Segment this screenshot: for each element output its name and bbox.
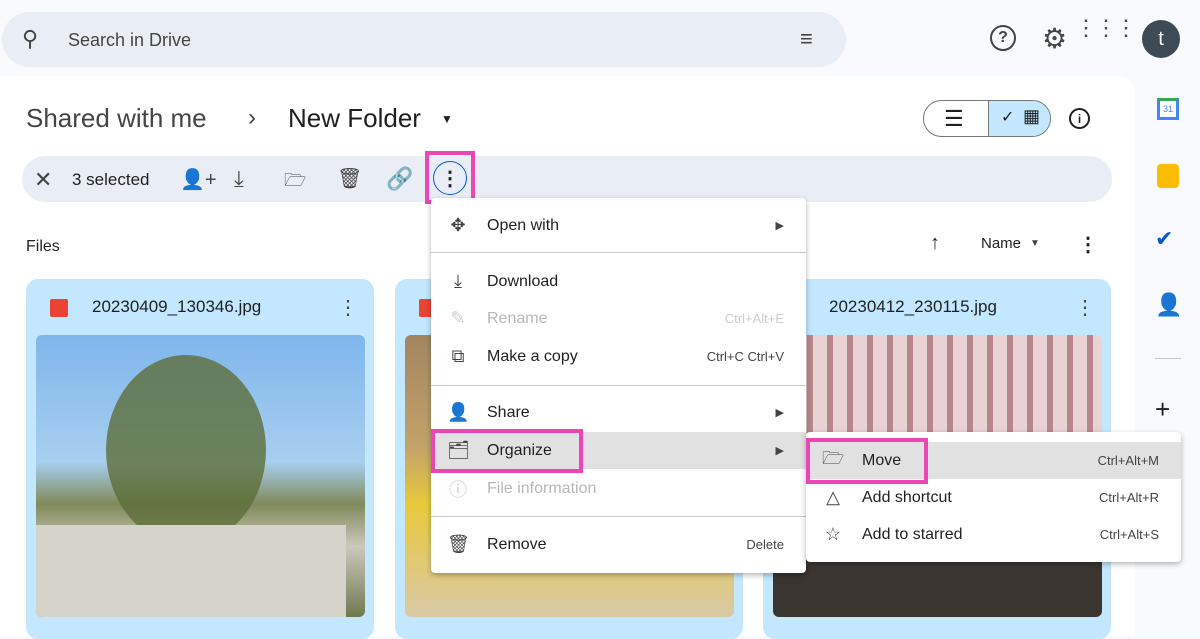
menu-item-open-with[interactable]: ✥ Open with ▶ (431, 207, 806, 244)
menu-label: Add shortcut (862, 488, 952, 506)
move-highlight (806, 438, 928, 484)
menu-shortcut: Ctrl+Alt+E (724, 311, 784, 326)
list-view-icon[interactable]: ☰ (944, 106, 964, 132)
tasks-icon[interactable]: ✔ (1155, 226, 1173, 252)
menu-label: Remove (487, 535, 547, 553)
menu-shortcut: Ctrl+Alt+R (1099, 490, 1159, 505)
submenu-arrow-icon: ▶ (775, 445, 784, 457)
avatar[interactable]: t (1142, 20, 1180, 58)
grid-icon: ▦ (1023, 106, 1041, 126)
menu-divider (431, 385, 806, 386)
search-input[interactable]: Search in Drive (68, 30, 191, 51)
more-options-icon[interactable]: ⋮ (1078, 232, 1098, 257)
menu-label: File information (487, 479, 597, 497)
clear-selection-icon[interactable]: ✕ (34, 167, 52, 193)
more-actions-highlight: ⋮ (425, 151, 475, 204)
menu-label: Make a copy (487, 347, 578, 365)
link-icon[interactable]: 🔗 (386, 166, 413, 192)
menu-label: Open with (487, 216, 560, 234)
apps-icon[interactable]: ⋮⋮⋮ (1075, 17, 1137, 39)
selection-toolbar: ✕ 3 selected 👤+ ⤓ 🗁 🗑 🔗 (22, 156, 1112, 202)
trash-icon: 🗑 (447, 534, 470, 554)
keep-icon[interactable] (1157, 164, 1179, 188)
search-options-icon[interactable]: ≡ (800, 26, 813, 52)
menu-shortcut: Ctrl+Alt+S (1099, 527, 1159, 542)
side-divider (1155, 358, 1181, 359)
menu-item-rename: ✎ Rename Ctrl+Alt+E (431, 300, 806, 337)
star-icon: ☆ (824, 524, 842, 544)
file-more-icon[interactable]: ⋮ (1075, 295, 1095, 320)
submenu-arrow-icon: ▶ (775, 220, 784, 232)
calendar-icon[interactable]: 31 (1157, 98, 1179, 120)
check-icon: ✓ (1001, 109, 1015, 126)
info-icon[interactable]: i (1069, 108, 1090, 129)
files-section-label: Files (26, 238, 60, 255)
menu-label: Share (487, 403, 530, 421)
contacts-icon[interactable]: 👤 (1155, 292, 1182, 318)
file-name: 20230409_130346.jpg (92, 297, 262, 316)
open-with-icon: ✥ (450, 215, 466, 235)
sort-caret-icon[interactable]: ▼ (1030, 238, 1040, 249)
menu-label: Add to starred (862, 525, 963, 543)
menu-item-download[interactable]: ⤓ Download (431, 263, 806, 300)
grid-view-button[interactable]: ✓ ▦ (988, 101, 1050, 136)
add-addon-icon[interactable]: + (1155, 394, 1170, 425)
menu-shortcut: Delete (746, 537, 784, 552)
sort-by-name[interactable]: Name (981, 235, 1021, 252)
chevron-right-icon: › (248, 104, 256, 131)
file-card[interactable]: 20230409_130346.jpg ⋮ (26, 279, 374, 639)
share-icon: 👤 (447, 402, 470, 422)
copy-icon: ⧉ (451, 346, 465, 366)
add-shortcut-icon: △ (826, 487, 840, 507)
file-more-icon[interactable]: ⋮ (338, 295, 358, 320)
menu-label: Rename (487, 309, 548, 327)
file-thumbnail (36, 335, 365, 617)
menu-item-remove[interactable]: 🗑 Remove Delete (431, 526, 806, 563)
organize-highlight (431, 429, 583, 473)
selection-count: 3 selected (72, 170, 150, 189)
breadcrumb-current-folder[interactable]: New Folder (288, 103, 421, 134)
view-toggle[interactable]: ☰ ✓ ▦ (923, 100, 1051, 137)
menu-divider (431, 516, 806, 517)
help-icon[interactable]: ? (990, 25, 1016, 51)
caret-down-icon[interactable]: ▼ (441, 112, 453, 126)
menu-item-file-information: ⓘ File information (431, 470, 806, 507)
more-actions-icon[interactable]: ⋮ (433, 161, 467, 195)
search-icon[interactable]: ⚲ (22, 26, 38, 52)
menu-shortcut: Ctrl+Alt+M (1097, 453, 1159, 468)
file-name: 20230412_230115.jpg (829, 297, 997, 316)
move-icon[interactable]: 🗁 (284, 168, 306, 198)
settings-icon[interactable]: ⚙ (1042, 22, 1067, 55)
breadcrumb-shared-with-me[interactable]: Shared with me (26, 103, 207, 134)
download-icon: ⤓ (454, 271, 462, 291)
menu-shortcut: Ctrl+C Ctrl+V (706, 349, 784, 364)
image-file-icon (50, 299, 68, 317)
organize-submenu: 🗁 Move Ctrl+Alt+M △ Add shortcut Ctrl+Alt+R … (806, 432, 1181, 562)
info-icon: ⓘ (449, 479, 467, 500)
submenu-item-add-shortcut[interactable]: △ Add shortcut Ctrl+Alt+R (806, 479, 1181, 516)
submenu-arrow-icon: ▶ (775, 407, 784, 419)
menu-item-make-a-copy[interactable]: ⧉ Make a copy Ctrl+C Ctrl+V (431, 338, 806, 375)
menu-divider (431, 252, 806, 253)
sort-direction-icon[interactable]: ↑ (930, 232, 940, 255)
share-icon[interactable]: 👤+ (180, 167, 217, 192)
menu-label: Download (487, 272, 559, 290)
trash-icon[interactable]: 🗑 (337, 166, 362, 191)
menu-item-share[interactable]: 👤 Share ▶ (431, 394, 806, 431)
submenu-item-add-to-starred[interactable]: ☆ Add to starred Ctrl+Alt+S (806, 516, 1181, 553)
download-icon[interactable]: ⤓ (234, 166, 244, 192)
search-bar[interactable]: ⚲ Search in Drive ≡ (2, 12, 846, 67)
context-menu: ✥ Open with ▶ ⤓ Download ✎ Rename Ctrl+Alt+E … (431, 198, 806, 573)
rename-icon: ✎ (450, 308, 466, 328)
